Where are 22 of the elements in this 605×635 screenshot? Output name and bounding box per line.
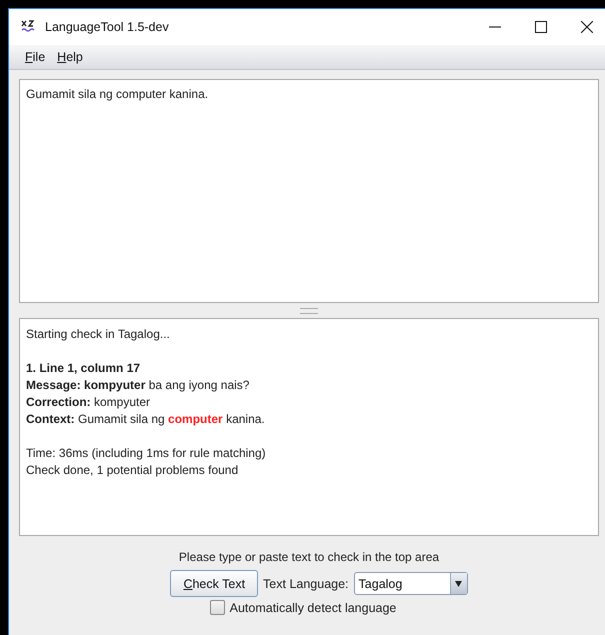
result-line: Context: Gumamit sila ng computer kanina.: [26, 411, 266, 428]
result-line: Starting check in Tagalog...: [26, 326, 171, 343]
menu-item[interactable]: File: [24, 50, 46, 64]
result-line: 1. Line 1, column 17: [26, 360, 142, 377]
result-line: Check done, 1 potential problems found: [26, 462, 240, 479]
check-text-button[interactable]: Check Text: [170, 570, 258, 597]
maximize-icon[interactable]: [535, 21, 547, 33]
result-line: Correction: kompyuter: [26, 394, 152, 411]
caret-icon: [455, 580, 462, 586]
split-handle[interactable]: [300, 308, 318, 314]
result-line: Time: 36ms (including 1ms for rule matching): [26, 445, 267, 462]
language-label: Text Language:: [263, 576, 349, 590]
result-line: Message: kompyuter ba ang iyong nais?: [26, 377, 250, 394]
checkbox[interactable]: [210, 600, 225, 615]
menu-item[interactable]: Help: [56, 50, 84, 64]
text-input-area[interactable]: Gumamit sila ng computer kanina.: [19, 79, 599, 303]
checkbox-label[interactable]: Automatically detect language: [230, 600, 396, 614]
close-icon[interactable]: [581, 21, 593, 33]
language-dropdown[interactable]: Tagalog: [354, 572, 468, 595]
window-title: LanguageTool 1.5-dev: [45, 20, 169, 34]
app-logo-icon: [21, 20, 37, 34]
hint-text: Please type or paste text to check in the top area: [178, 550, 440, 564]
